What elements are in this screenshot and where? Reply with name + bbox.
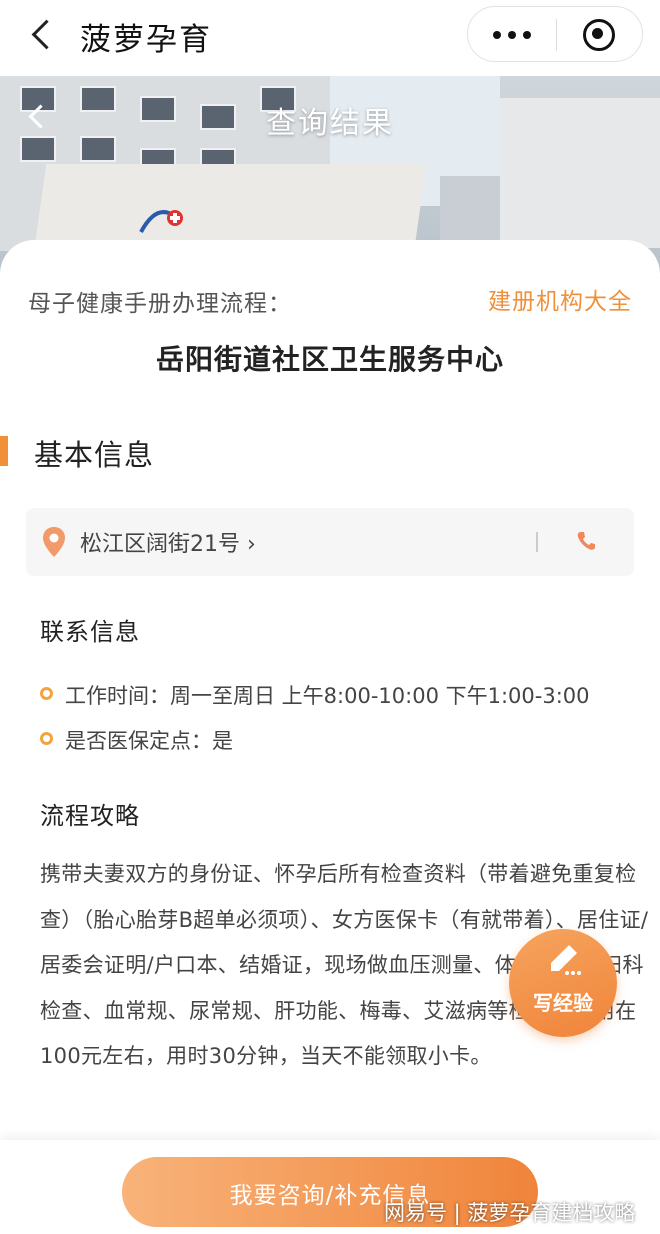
address-text: 松江区阔街21号 ›	[80, 532, 256, 557]
back-icon[interactable]	[22, 14, 62, 54]
more-icon[interactable]	[468, 7, 556, 63]
bullet-circle-icon	[40, 732, 53, 745]
top-nav-bar: 菠萝孕育	[0, 0, 660, 76]
institutions-link[interactable]: 建册机构大全	[488, 282, 632, 316]
mini-program-capsule	[467, 6, 643, 62]
close-target-icon[interactable]	[556, 7, 644, 63]
address-row[interactable]: 松江区阔街21号 ›	[26, 508, 634, 576]
section-accent-bar	[0, 436, 8, 466]
watermark-text: 网易号 | 菠萝孕育建档攻略	[384, 1201, 636, 1225]
flow-title: 流程攻略	[40, 802, 140, 830]
flow-label: 母子健康手册办理流程：	[28, 291, 292, 317]
clinic-logo-icon	[139, 210, 183, 233]
address-divider	[536, 532, 538, 552]
pencil-icon	[551, 945, 581, 975]
contact-title: 联系信息	[40, 618, 140, 646]
phone-icon[interactable]	[576, 530, 596, 552]
write-experience-button[interactable]: 写经验	[509, 929, 617, 1037]
location-pin-icon	[43, 527, 65, 557]
banner-title: 查询结果	[266, 106, 394, 141]
basic-info-header: 基本信息	[0, 430, 660, 472]
contact-item-text: 工作时间：周一至周日 上午8:00-10:00 下午1:00-3:00	[65, 684, 590, 708]
app-title: 菠萝孕育	[80, 22, 212, 58]
contact-item-text: 是否医保定点：是	[65, 729, 233, 753]
center-name: 岳阳街道社区卫生服务中心	[155, 343, 504, 376]
bullet-circle-icon	[40, 687, 53, 700]
write-experience-label: 写经验	[533, 991, 593, 1015]
result-card: 母子健康手册办理流程： 建册机构大全 岳阳街道社区卫生服务中心 基本信息 松江区…	[0, 240, 660, 1234]
basic-info-title: 基本信息	[34, 438, 155, 472]
